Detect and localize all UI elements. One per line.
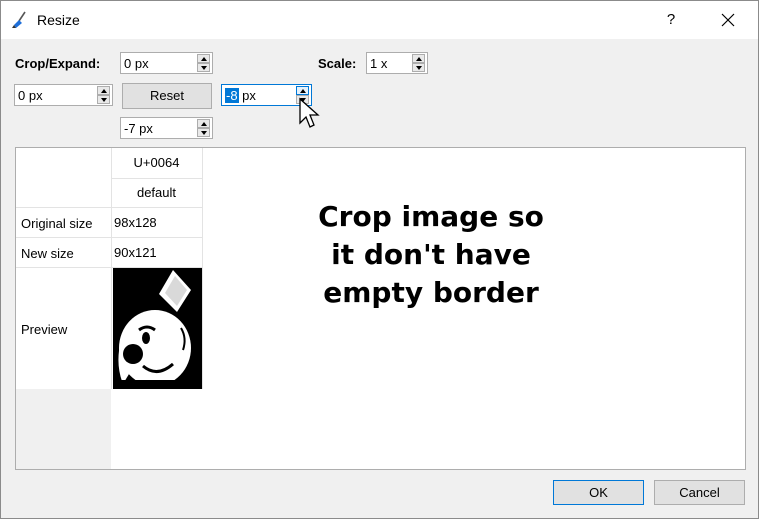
glyph-preview-image — [113, 268, 202, 389]
scale-value: 1 x — [370, 56, 388, 71]
crop-top-value: 0 px — [124, 56, 149, 71]
resize-dialog: Resize ? Crop/Expand: 0 px 0 px Reset -8… — [0, 0, 759, 519]
step-up-icon[interactable] — [97, 86, 110, 95]
scale-label: Scale: — [318, 56, 357, 71]
crop-bottom-spinbox[interactable]: -7 px — [120, 117, 213, 139]
window-title: Resize — [37, 12, 80, 28]
crop-left-spinbox[interactable]: 0 px — [14, 84, 113, 106]
reset-button[interactable]: Reset — [122, 83, 212, 109]
annotation-line-1: Crop image so — [318, 200, 544, 233]
crop-bottom-stepper[interactable] — [197, 119, 210, 137]
step-down-icon[interactable] — [412, 63, 425, 72]
cancel-button[interactable]: Cancel — [654, 480, 745, 505]
new-size-value: 90x121 — [114, 245, 157, 260]
annotation-caption: Crop image so it don't have empty border — [271, 198, 591, 312]
mouse-cursor-icon — [299, 97, 320, 128]
help-button[interactable]: ? — [656, 5, 686, 35]
new-size-label: New size — [21, 246, 74, 261]
crop-left-stepper[interactable] — [97, 86, 110, 104]
clown-face-image — [113, 268, 202, 389]
crop-top-stepper[interactable] — [197, 54, 210, 72]
crop-top-spinbox[interactable]: 0 px — [120, 52, 213, 74]
title-bar: Resize ? — [1, 1, 758, 39]
crop-bottom-value: -7 px — [124, 121, 153, 136]
step-up-icon[interactable] — [296, 86, 309, 95]
scale-stepper[interactable] — [412, 54, 425, 72]
broom-icon — [12, 11, 26, 28]
crop-right-value: -8 px — [225, 88, 256, 103]
step-down-icon[interactable] — [197, 128, 210, 137]
step-down-icon[interactable] — [97, 95, 110, 104]
original-size-label: Original size — [21, 216, 93, 231]
crop-right-unit: px — [238, 88, 256, 103]
step-up-icon[interactable] — [197, 119, 210, 128]
annotation-line-3: empty border — [323, 276, 539, 309]
scale-spinbox[interactable]: 1 x — [366, 52, 428, 74]
crop-right-selected-text: -8 — [225, 88, 239, 103]
ok-button[interactable]: OK — [553, 480, 644, 505]
crop-expand-label: Crop/Expand: — [15, 56, 101, 71]
codepoint-header: U+0064 — [133, 155, 180, 170]
step-up-icon[interactable] — [197, 54, 210, 63]
step-down-icon[interactable] — [197, 63, 210, 72]
preview-label: Preview — [21, 322, 68, 337]
glyph-info-table: U+0064 default Original size 98x128 New … — [15, 147, 746, 470]
style-header: default — [136, 185, 177, 200]
original-size-value: 98x128 — [114, 215, 157, 230]
row-header-column — [16, 148, 111, 469]
crop-left-value: 0 px — [18, 88, 43, 103]
step-up-icon[interactable] — [412, 54, 425, 63]
annotation-line-2: it don't have — [331, 238, 531, 271]
close-icon[interactable] — [713, 5, 743, 35]
